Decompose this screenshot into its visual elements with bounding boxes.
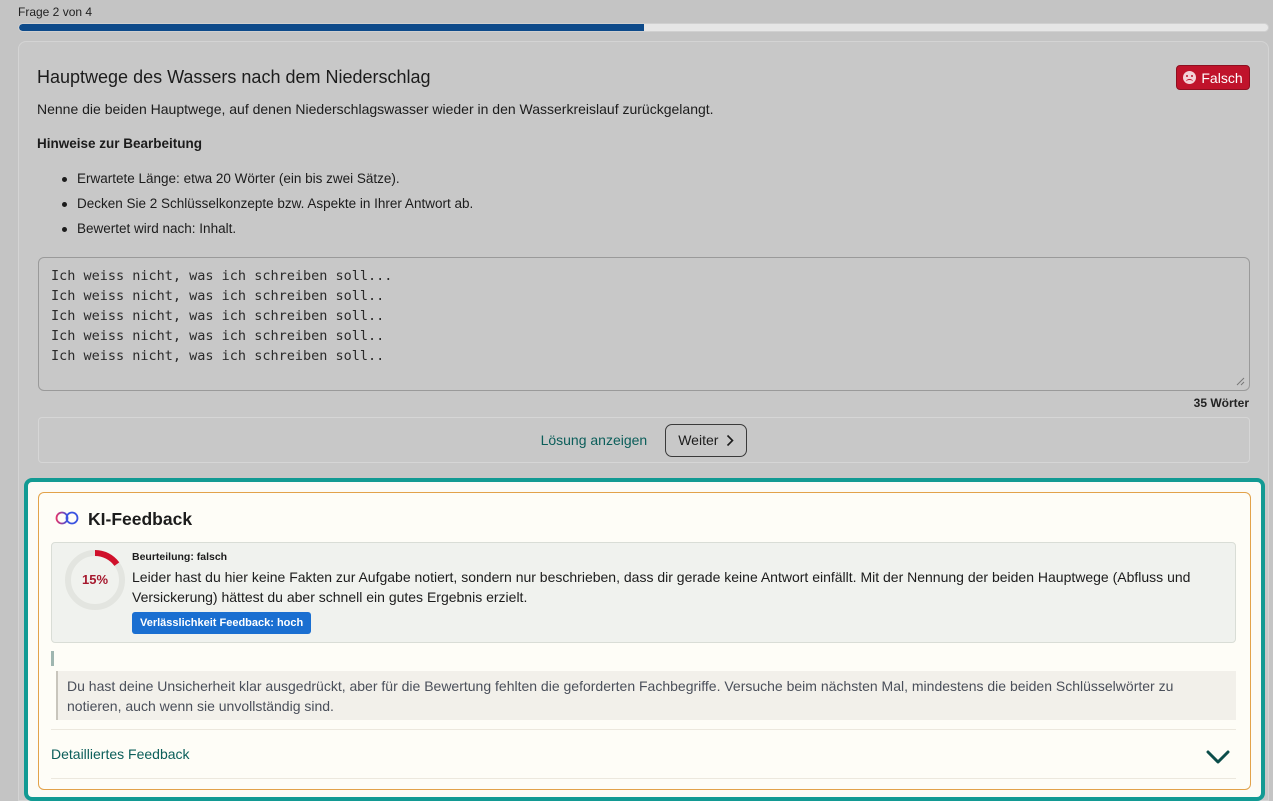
feedback-title: KI-Feedback — [88, 509, 193, 529]
progress-label: Frage 2 von 4 — [18, 5, 93, 19]
next-button-label: Weiter — [678, 432, 719, 448]
feedback-quote: Du hast deine Unsicherheit klar ausgedrü… — [56, 671, 1236, 720]
next-button[interactable]: Weiter — [665, 423, 748, 457]
word-count: 35 Wörter — [1193, 396, 1249, 410]
frown-icon — [1183, 71, 1197, 84]
hints-list: Erwartete Länge: etwa 20 Wörter (ein bis… — [60, 171, 473, 246]
chevron-down-icon[interactable] — [1205, 748, 1231, 766]
hint-item: Erwartete Länge: etwa 20 Wörter (ein bis… — [60, 171, 473, 196]
divider — [51, 729, 1236, 730]
answer-textarea[interactable]: Ich weiss nicht, was ich schreiben soll.… — [38, 257, 1250, 391]
resize-grip-icon[interactable] — [1236, 377, 1245, 386]
show-solution-link[interactable]: Lösung anzeigen — [541, 432, 648, 448]
status-badge-label: Falsch — [1201, 69, 1243, 86]
quote-marker — [51, 651, 54, 666]
score-label: 15% — [81, 572, 109, 587]
assessment-text: Leider hast du hier keine Fakten zur Auf… — [132, 569, 1191, 605]
reliability-badge: Verlässlichkeit Feedback: hoch — [132, 612, 312, 634]
hint-item: Bewertet wird nach: Inhalt. — [60, 221, 473, 246]
question-text: Nenne die beiden Hauptwege, auf denen Ni… — [37, 101, 714, 117]
assessment-label: Beurteilung: falsch — [132, 551, 228, 563]
action-bar: Lösung anzeigen Weiter — [38, 417, 1250, 463]
linked-rings-icon — [55, 511, 79, 525]
progress-bar — [18, 23, 1269, 32]
chevron-right-icon — [727, 434, 735, 446]
divider — [51, 778, 1236, 779]
hint-item: Decken Sie 2 Schlüsselkonzepte bzw. Aspe… — [60, 196, 473, 221]
status-badge: Falsch — [1176, 65, 1250, 90]
hints-heading: Hinweise zur Bearbeitung — [37, 136, 203, 151]
progress-fill — [19, 24, 644, 31]
question-title: Hauptwege des Wassers nach dem Niedersch… — [37, 67, 431, 87]
detailed-feedback-toggle[interactable]: Detailliertes Feedback — [51, 746, 190, 762]
